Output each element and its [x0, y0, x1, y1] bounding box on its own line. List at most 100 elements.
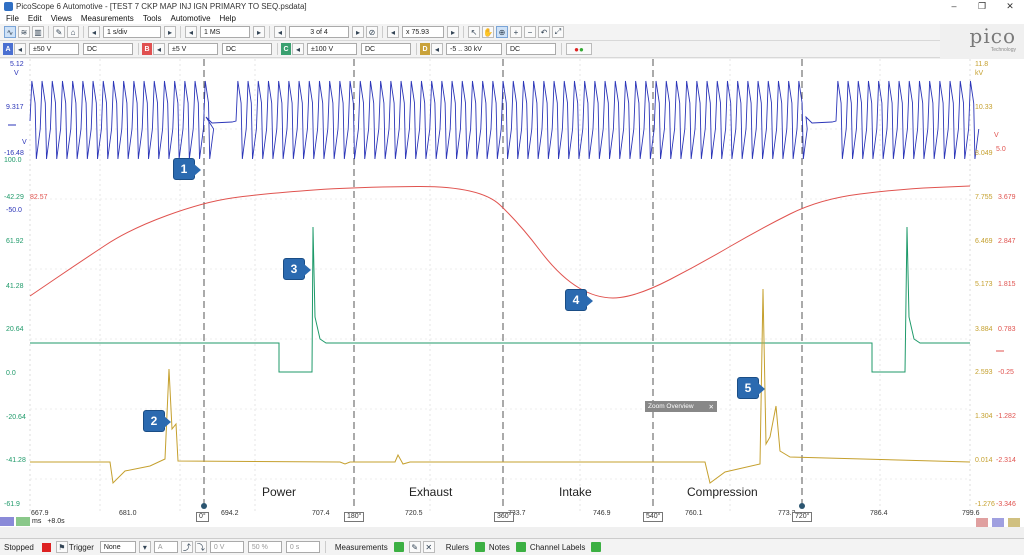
menu-help[interactable]: Help — [220, 14, 236, 23]
channel-d-range[interactable]: -5 .. 30 kV — [446, 43, 502, 55]
zoom-overview-panel[interactable]: Zoom Overview ✕ — [645, 401, 717, 412]
ruler-label-0[interactable]: 0° — [196, 512, 209, 522]
x-axis: 667.9 681.0 694.2 707.4 720.5 733.7 746.… — [0, 510, 1024, 522]
ruler-label-180[interactable]: 180° — [344, 512, 365, 522]
menu-edit[interactable]: Edit — [28, 14, 42, 23]
rising-edge-icon[interactable]: ⤴ — [180, 541, 193, 553]
channel-c-range[interactable]: ±100 V — [307, 43, 357, 55]
trigger-icon[interactable]: ⚑ — [55, 541, 68, 553]
zoom-in-axis-icon[interactable] — [0, 517, 14, 526]
stroke-label-intake: Intake — [559, 485, 592, 499]
trigger-threshold[interactable]: 0 V — [209, 541, 244, 553]
window-title: PicoScope 6 Automotive - [TEST 7 CKP MAP… — [16, 1, 307, 11]
ruler-label-720[interactable]: 720° — [792, 512, 813, 522]
scope-view[interactable]: 5.12 V 9.317 V -16.48 100.0 -42.29 82.57… — [0, 59, 1024, 527]
x-tick: 707.4 — [312, 510, 330, 517]
add-measurement-icon[interactable] — [393, 542, 404, 552]
ruler-label-540[interactable]: 540° — [643, 512, 664, 522]
probe-icon[interactable]: ✎ — [53, 26, 65, 38]
channel-d-coupling[interactable]: DC — [506, 43, 556, 55]
stop-icon[interactable] — [41, 542, 51, 552]
zoom-fit-icon[interactable]: ⤢ — [552, 26, 564, 38]
left-axis-value: -61.9 — [4, 501, 20, 508]
close-button[interactable]: ✕ — [996, 0, 1024, 12]
timebase-up-icon[interactable]: ▸ — [164, 26, 176, 38]
home-icon[interactable]: ⌂ — [67, 26, 79, 38]
undo-zoom-icon[interactable]: ↶ — [538, 26, 550, 38]
samples-down-icon[interactable]: ◂ — [185, 26, 197, 38]
left-axis-value: 9.317 — [6, 104, 24, 111]
buffer-first-icon[interactable]: ◂ — [274, 26, 286, 38]
timebase-down-icon[interactable]: ◂ — [88, 26, 100, 38]
zoom-in-icon[interactable]: + — [510, 26, 522, 38]
channel-labels-icon[interactable] — [591, 542, 602, 552]
zoom-factor[interactable]: x 75.93 — [402, 26, 444, 38]
menu-file[interactable]: File — [6, 14, 19, 23]
right-zoom-icon[interactable] — [992, 518, 1004, 527]
post-trigger-delay[interactable]: 0 s — [285, 541, 320, 553]
zoom-out-axis-icon[interactable] — [16, 517, 30, 526]
notes-icon[interactable] — [515, 542, 526, 552]
right-axis-value: 5.173 — [975, 281, 993, 288]
channel-b-badge[interactable]: B — [142, 43, 152, 55]
maximize-button[interactable]: ❐ — [968, 0, 996, 12]
channel-b-range[interactable]: ±5 V — [168, 43, 218, 55]
timebase-select[interactable]: 1 s/div — [103, 26, 161, 38]
buffer-navigator[interactable]: 3 of 4 — [289, 26, 349, 38]
menu-measurements[interactable]: Measurements — [81, 14, 134, 23]
right-axis-value: 3.679 — [998, 194, 1016, 201]
channel-c-coupling[interactable]: DC — [361, 43, 411, 55]
channel-c-settings-icon[interactable]: ◂ — [292, 43, 304, 55]
channel-labels-label[interactable]: Channel Labels — [530, 543, 586, 552]
rotation-rulers[interactable] — [201, 59, 805, 509]
right-zoom-icon[interactable] — [976, 518, 988, 527]
menu-automotive[interactable]: Automotive — [171, 14, 211, 23]
right-zoom-icon[interactable] — [1008, 518, 1020, 527]
channel-d-settings-icon[interactable]: ◂ — [431, 43, 443, 55]
persistence-mode-icon[interactable]: ≋ — [18, 26, 30, 38]
measurements-label[interactable]: Measurements — [335, 543, 388, 552]
record-stop-icon[interactable]: ● ● — [566, 43, 592, 55]
zoom-up-icon[interactable]: ▸ — [447, 26, 459, 38]
channel-a-badge[interactable]: A — [3, 43, 13, 55]
right-axis-value: 7.755 — [975, 194, 993, 201]
x-tick: 667.9 — [31, 510, 49, 517]
samples-up-icon[interactable]: ▸ — [253, 26, 265, 38]
falling-edge-icon[interactable]: ⤵ — [194, 541, 207, 553]
pre-trigger[interactable]: 50 % — [247, 541, 282, 553]
delete-measurement-icon[interactable]: ✕ — [422, 541, 435, 553]
hand-icon[interactable]: ✋ — [482, 26, 494, 38]
channel-a-range[interactable]: ±50 V — [29, 43, 79, 55]
zoom-down-icon[interactable]: ◂ — [387, 26, 399, 38]
trigger-source-select[interactable]: A — [153, 541, 178, 553]
buffer-next-icon[interactable]: ▸ — [352, 26, 364, 38]
samples-select[interactable]: 1 MS — [200, 26, 250, 38]
channel-b-coupling[interactable]: DC — [222, 43, 272, 55]
notes-label[interactable]: Notes — [489, 543, 510, 552]
scope-mode-icon[interactable]: ∿ — [4, 26, 16, 38]
right-axis-value: 0.783 — [998, 326, 1016, 333]
zoom-icon[interactable]: ⊕ — [496, 26, 508, 38]
right-axis-value: 5.0 — [996, 146, 1006, 153]
edit-measurement-icon[interactable]: ✎ — [408, 541, 421, 553]
pointer-icon[interactable]: ↖ — [468, 26, 480, 38]
trigger-source-icon[interactable]: ▾ — [138, 541, 151, 553]
zoom-overview-close-icon[interactable]: ✕ — [709, 403, 714, 411]
rulers-label[interactable]: Rulers — [446, 543, 469, 552]
trigger-mode-select[interactable]: None — [99, 541, 136, 553]
clear-buffer-icon[interactable]: ⊘ — [366, 26, 378, 38]
channel-c-badge[interactable]: C — [281, 43, 291, 55]
right-axis-value: 1.304 — [975, 413, 993, 420]
zoom-out-icon[interactable]: − — [524, 26, 536, 38]
menu-views[interactable]: Views — [51, 14, 72, 23]
minimize-button[interactable]: – — [940, 0, 968, 12]
channel-a-coupling[interactable]: DC — [83, 43, 133, 55]
rulers-icon[interactable] — [474, 542, 485, 552]
menu-bar: File Edit Views Measurements Tools Autom… — [0, 12, 1024, 24]
ruler-label-360[interactable]: 360° — [494, 512, 515, 522]
channel-d-badge[interactable]: D — [420, 43, 430, 55]
spectrum-mode-icon[interactable]: ▥ — [32, 26, 44, 38]
menu-tools[interactable]: Tools — [143, 14, 162, 23]
channel-b-settings-icon[interactable]: ◂ — [153, 43, 165, 55]
channel-a-settings-icon[interactable]: ◂ — [14, 43, 26, 55]
